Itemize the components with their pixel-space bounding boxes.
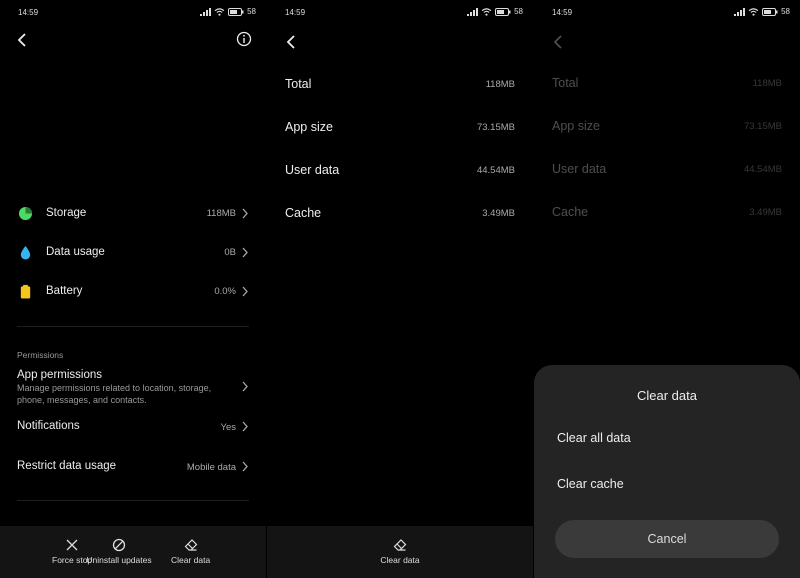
app-info-screen: 14:59 58 Storage 118MB Data usage 0B Bat… <box>0 0 266 578</box>
signal-icon <box>200 7 212 16</box>
total-value: 118MB <box>752 78 782 89</box>
cache-row: Cache 3.49MB <box>285 203 515 225</box>
signal-icon <box>734 7 746 16</box>
restrict-data-usage-label: Restrict data usage <box>17 460 117 472</box>
restrict-data-usage-row[interactable]: Restrict data usage Mobile data <box>0 458 266 478</box>
user-data-row: User data 44.54MB <box>285 160 515 182</box>
chevron-right-icon <box>242 381 248 392</box>
info-icon[interactable] <box>236 31 252 47</box>
clear-data-button[interactable]: Clear data <box>171 538 210 565</box>
user-data-value: 44.54MB <box>476 165 515 176</box>
chevron-right-icon <box>242 461 248 472</box>
signal-icon <box>467 7 479 16</box>
status-time: 14:59 <box>552 8 573 17</box>
battery-value: 0.0% <box>214 286 236 297</box>
status-time: 14:59 <box>18 8 39 17</box>
status-bar: 14:59 58 <box>267 0 533 26</box>
battery-percent: 58 <box>514 7 523 16</box>
app-size-value: 73.15MB <box>476 122 515 133</box>
battery-status-icon <box>228 7 244 16</box>
chevron-right-icon <box>242 286 248 297</box>
clear-data-label: Clear data <box>380 555 420 565</box>
user-data-label: User data <box>552 162 607 176</box>
storage-total-row: Total 118MB <box>285 74 515 96</box>
total-label: Total <box>552 76 579 90</box>
cache-label: Cache <box>552 205 589 219</box>
cache-label: Cache <box>285 206 322 220</box>
user-data-label: User data <box>285 163 340 177</box>
app-permissions-row[interactable]: App permissions Manage permissions relat… <box>0 368 266 408</box>
battery-percent: 58 <box>247 7 256 16</box>
storage-screen: 14:59 58 Total 118MB App size 73.15MB Us… <box>267 0 533 578</box>
data-usage-label: Data usage <box>46 246 105 258</box>
cache-row: Cache 3.49MB <box>552 202 782 224</box>
clear-data-dialog-screen: 14:59 58 Total 118MB App size 73.15MB Us… <box>534 0 800 578</box>
user-data-value: 44.54MB <box>743 164 782 175</box>
eraser-icon <box>393 539 407 551</box>
storage-total-row: Total 118MB <box>552 73 782 95</box>
app-size-value: 73.15MB <box>743 121 782 132</box>
wifi-icon <box>748 7 759 16</box>
app-permissions-label: App permissions <box>17 369 103 381</box>
status-bar: 14:59 58 <box>0 0 266 26</box>
wifi-icon <box>214 7 225 16</box>
divider <box>17 500 249 501</box>
notifications-value: Yes <box>220 422 237 433</box>
back-arrow-icon[interactable] <box>14 31 30 49</box>
bottom-action-bar: Force stop Uninstall updates Clear data <box>0 526 266 578</box>
total-value: 118MB <box>485 79 515 90</box>
chevron-right-icon <box>242 421 248 432</box>
notifications-row[interactable]: Notifications Yes <box>0 418 266 438</box>
permissions-section-header: Permissions <box>17 350 64 360</box>
notifications-label: Notifications <box>17 420 80 432</box>
clear-all-data-option[interactable]: Clear all data <box>557 431 631 445</box>
status-time: 14:59 <box>285 8 306 17</box>
app-size-row: App size 73.15MB <box>285 117 515 139</box>
back-arrow-icon <box>553 35 562 49</box>
clear-data-button[interactable]: Clear data <box>377 538 423 565</box>
cache-value: 3.49MB <box>482 208 515 219</box>
status-bar: 14:59 58 <box>534 0 800 26</box>
battery-label: Battery <box>46 285 83 297</box>
clear-cache-option[interactable]: Clear cache <box>557 477 624 491</box>
cancel-button[interactable]: Cancel <box>555 520 779 558</box>
bottom-action-bar: Clear data <box>267 526 533 578</box>
pie-chart-icon <box>18 206 33 221</box>
prohibited-icon <box>112 538 126 552</box>
dialog-title: Clear data <box>637 388 697 403</box>
back-arrow-icon[interactable] <box>283 33 299 51</box>
uninstall-updates-label: Uninstall updates <box>86 555 152 565</box>
battery-icon <box>20 284 31 299</box>
app-size-label: App size <box>285 120 333 134</box>
cache-value: 3.49MB <box>749 207 782 218</box>
user-data-row: User data 44.54MB <box>552 159 782 181</box>
battery-row[interactable]: Battery 0.0% <box>0 278 266 306</box>
clear-data-bottom-sheet: Clear data Clear all data Clear cache Ca… <box>534 365 800 578</box>
app-permissions-description-1: Manage permissions related to location, … <box>17 383 212 393</box>
water-drop-icon <box>20 245 31 260</box>
clear-data-label: Clear data <box>171 555 211 565</box>
app-size-label: App size <box>552 119 600 133</box>
storage-value: 118MB <box>206 208 236 219</box>
restrict-data-usage-value: Mobile data <box>186 462 236 473</box>
data-usage-value: 0B <box>224 247 236 258</box>
battery-percent: 58 <box>781 7 790 16</box>
app-permissions-description-2: phone, messages, and contacts. <box>17 395 147 405</box>
data-usage-row[interactable]: Data usage 0B <box>0 239 266 267</box>
chevron-right-icon <box>242 208 248 219</box>
uninstall-updates-button[interactable]: Uninstall updates <box>72 538 166 565</box>
storage-row[interactable]: Storage 118MB <box>0 200 266 228</box>
wifi-icon <box>481 7 492 16</box>
app-size-row: App size 73.15MB <box>552 116 782 138</box>
battery-status-icon <box>762 7 778 16</box>
chevron-right-icon <box>242 247 248 258</box>
battery-status-icon <box>495 7 511 16</box>
total-label: Total <box>285 77 312 91</box>
eraser-icon <box>184 539 197 551</box>
divider <box>17 326 249 327</box>
storage-label: Storage <box>46 207 87 219</box>
